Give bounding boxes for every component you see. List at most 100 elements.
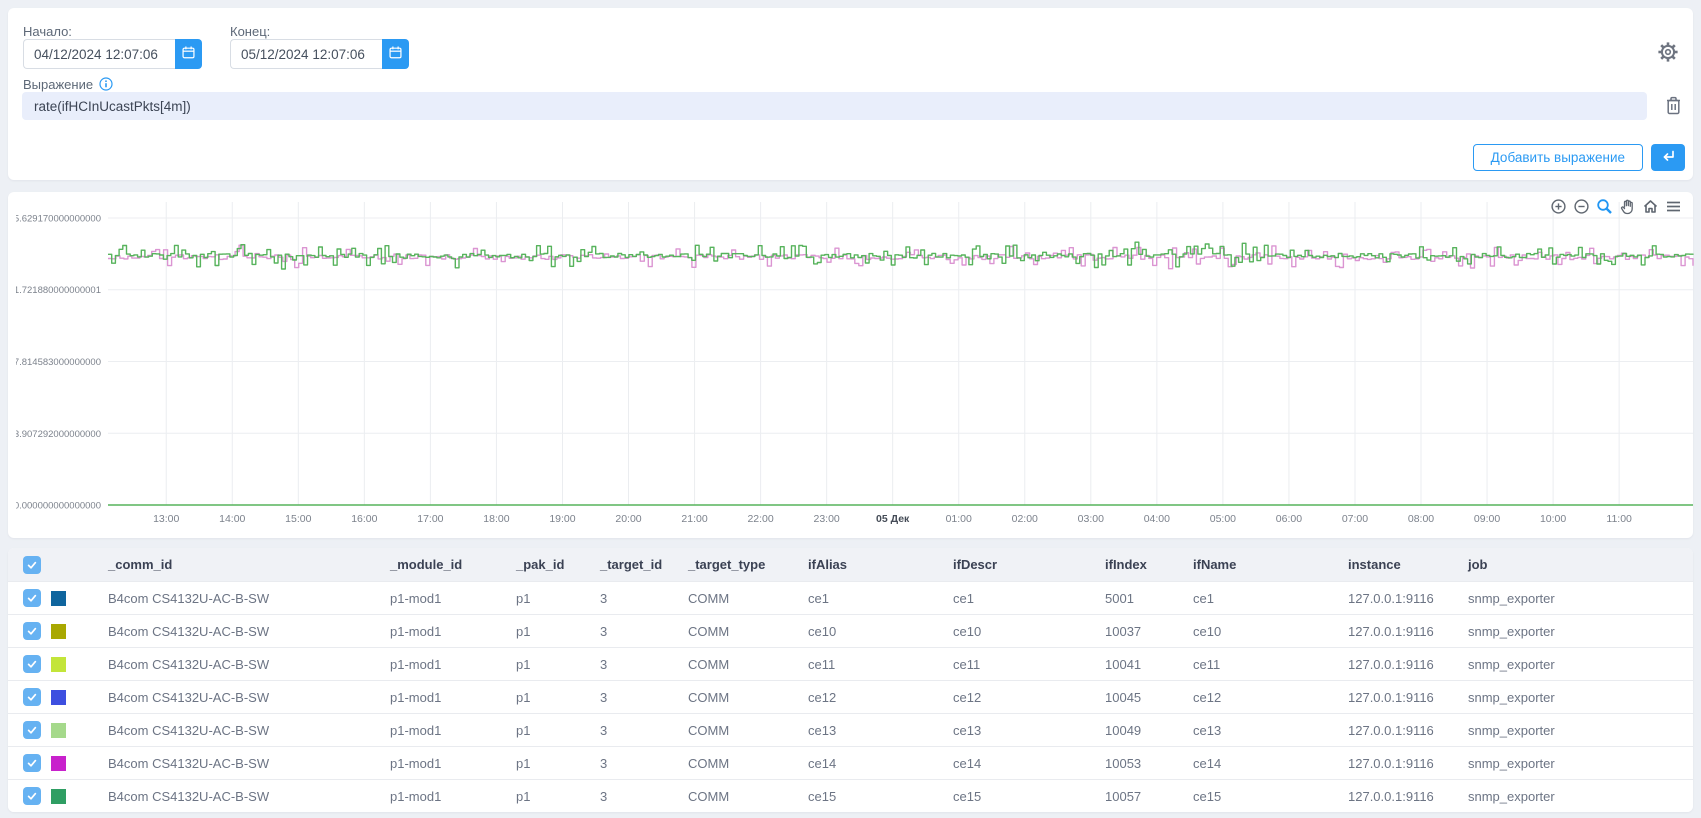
start-calendar-button[interactable]: [175, 39, 202, 69]
col-header-comm-id[interactable]: _comm_id: [102, 557, 384, 572]
cell-comm_id: B4com CS4132U-AC-B-SW: [102, 591, 384, 606]
cell-target_id: 3: [594, 591, 682, 606]
zoom-out-icon[interactable]: [1572, 197, 1591, 216]
zoom-in-icon[interactable]: [1549, 197, 1568, 216]
expression-input[interactable]: [22, 92, 1647, 120]
series-color-swatch: [51, 789, 66, 804]
x-tick-label: 14:00: [219, 513, 245, 525]
home-icon[interactable]: [1641, 197, 1660, 216]
cell-comm_id: B4com CS4132U-AC-B-SW: [102, 756, 384, 771]
cell-target_id: 3: [594, 789, 682, 804]
add-expression-button[interactable]: Добавить выражение: [1473, 144, 1643, 171]
x-tick-label: 18:00: [483, 513, 509, 525]
pan-icon[interactable]: [1618, 197, 1637, 216]
cell-job: snmp_exporter: [1462, 657, 1693, 672]
row-checkbox[interactable]: [23, 655, 41, 673]
table-header-row: _comm_id _module_id _pak_id _target_id _…: [8, 548, 1693, 581]
cell-ifDescr: ce11: [947, 657, 1099, 672]
col-header-job[interactable]: job: [1462, 557, 1693, 572]
table-body: B4com CS4132U-AC-B-SWp1-mod1p13COMMce1ce…: [8, 581, 1693, 812]
col-header-target-id[interactable]: _target_id: [594, 557, 682, 572]
x-tick-label: 22:00: [747, 513, 773, 525]
box-zoom-icon[interactable]: [1595, 197, 1614, 216]
col-header-instance[interactable]: instance: [1342, 557, 1462, 572]
calendar-icon: [388, 45, 403, 63]
x-tick-label: 17:00: [417, 513, 443, 525]
row-checkbox[interactable]: [23, 787, 41, 805]
run-query-button[interactable]: [1651, 144, 1685, 171]
cell-ifIndex: 10045: [1099, 690, 1187, 705]
col-header-ifindex[interactable]: ifIndex: [1099, 557, 1187, 572]
start-date-label: Начало:: [23, 24, 72, 39]
cell-ifName: ce11: [1187, 657, 1342, 672]
col-header-ifalias[interactable]: ifAlias: [802, 557, 947, 572]
col-header-module-id[interactable]: _module_id: [384, 557, 510, 572]
x-tick-label: 21:00: [681, 513, 707, 525]
table-row: B4com CS4132U-AC-B-SWp1-mod1p13COMMce13c…: [8, 713, 1693, 746]
cell-target_type: COMM: [682, 624, 802, 639]
cell-ifAlias: ce10: [802, 624, 947, 639]
x-tick-label: 06:00: [1276, 513, 1302, 525]
cell-ifAlias: ce1: [802, 591, 947, 606]
cell-instance: 127.0.0.1:9116: [1342, 756, 1462, 771]
cell-pak_id: p1: [510, 789, 594, 804]
col-header-ifname[interactable]: ifName: [1187, 557, 1342, 572]
col-header-pak-id[interactable]: _pak_id: [510, 557, 594, 572]
cell-comm_id: B4com CS4132U-AC-B-SW: [102, 789, 384, 804]
end-date-group: [230, 39, 409, 69]
cell-ifName: ce12: [1187, 690, 1342, 705]
table-row: B4com CS4132U-AC-B-SWp1-mod1p13COMMce14c…: [8, 746, 1693, 779]
settings-button[interactable]: [1656, 40, 1680, 64]
cell-pak_id: p1: [510, 657, 594, 672]
cell-ifName: ce14: [1187, 756, 1342, 771]
chart-panel: 13:0014:0015:0016:0017:0018:0019:0020:00…: [8, 192, 1693, 538]
series-color-swatch: [51, 657, 66, 672]
x-tick-label: 07:00: [1342, 513, 1368, 525]
col-header-target-type[interactable]: _target_type: [682, 557, 802, 572]
cell-instance: 127.0.0.1:9116: [1342, 723, 1462, 738]
cell-ifAlias: ce11: [802, 657, 947, 672]
x-tick-label: 03:00: [1078, 513, 1104, 525]
table-row: B4com CS4132U-AC-B-SWp1-mod1p13COMMce12c…: [8, 680, 1693, 713]
select-all-checkbox[interactable]: [23, 556, 41, 574]
query-panel: Начало: Конец:: [8, 8, 1693, 180]
series-color-swatch: [51, 756, 66, 771]
x-tick-label: 09:00: [1474, 513, 1500, 525]
cell-ifAlias: ce13: [802, 723, 947, 738]
chart-modebar: [1549, 197, 1683, 216]
row-checkbox[interactable]: [23, 754, 41, 772]
x-tick-label: 11:00: [1606, 513, 1632, 525]
menu-icon[interactable]: [1664, 197, 1683, 216]
cell-ifName: ce1: [1187, 591, 1342, 606]
cell-ifDescr: ce14: [947, 756, 1099, 771]
col-header-ifdescr[interactable]: ifDescr: [947, 557, 1099, 572]
cell-comm_id: B4com CS4132U-AC-B-SW: [102, 624, 384, 639]
row-checkbox[interactable]: [23, 622, 41, 640]
table-row: B4com CS4132U-AC-B-SWp1-mod1p13COMMce10c…: [8, 614, 1693, 647]
series-color-swatch: [51, 690, 66, 705]
x-tick-label: 02:00: [1012, 513, 1038, 525]
cell-pak_id: p1: [510, 624, 594, 639]
cell-target_id: 3: [594, 657, 682, 672]
cell-ifDescr: ce13: [947, 723, 1099, 738]
x-tick-label: 10:00: [1540, 513, 1566, 525]
end-date-input[interactable]: [230, 39, 382, 69]
cell-ifAlias: ce15: [802, 789, 947, 804]
table-row: B4com CS4132U-AC-B-SWp1-mod1p13COMMce1ce…: [8, 581, 1693, 614]
end-calendar-button[interactable]: [382, 39, 409, 69]
x-tick-label: 05:00: [1210, 513, 1236, 525]
cell-job: snmp_exporter: [1462, 756, 1693, 771]
cell-target_type: COMM: [682, 591, 802, 606]
row-checkbox[interactable]: [23, 688, 41, 706]
start-date-input[interactable]: [23, 39, 175, 69]
cell-job: snmp_exporter: [1462, 723, 1693, 738]
cell-module_id: p1-mod1: [384, 624, 510, 639]
delete-expression-button[interactable]: [1663, 95, 1684, 117]
row-checkbox[interactable]: [23, 589, 41, 607]
calendar-icon: [181, 45, 196, 63]
cell-target_id: 3: [594, 723, 682, 738]
row-checkbox[interactable]: [23, 721, 41, 739]
timeseries-chart[interactable]: 13:0014:0015:0016:0017:0018:0019:0020:00…: [16, 192, 1701, 538]
cell-job: snmp_exporter: [1462, 591, 1693, 606]
cell-pak_id: p1: [510, 591, 594, 606]
